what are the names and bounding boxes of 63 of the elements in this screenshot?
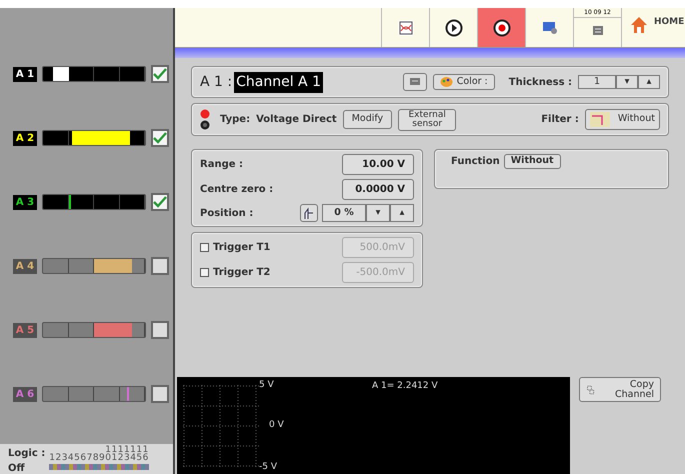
home-button[interactable]: HOME	[621, 8, 685, 47]
palette-icon	[440, 76, 453, 88]
chart-icon	[398, 20, 412, 34]
screen-capture-icon	[542, 20, 558, 34]
decrease-button[interactable]: ▾	[616, 74, 638, 90]
channel-label: A 5	[13, 322, 37, 338]
channel-checkbox[interactable]	[151, 129, 169, 147]
type-value: Voltage Direct	[256, 113, 337, 127]
function-label: Function	[451, 155, 500, 169]
position-label: Position :	[200, 206, 254, 221]
position-button[interactable]	[300, 204, 318, 222]
channel-checkbox[interactable]	[151, 193, 169, 211]
calendar-icon	[592, 24, 604, 36]
scale-label: -5 V	[259, 461, 277, 474]
range-label: Range :	[200, 158, 243, 172]
waveform-cursor-icon	[304, 206, 314, 220]
external-sensor-button[interactable]: External sensor	[398, 108, 456, 130]
color-button[interactable]: Color :	[432, 74, 495, 90]
record-icon	[492, 18, 510, 36]
home-icon	[630, 16, 648, 34]
logic-label: Logic :	[8, 447, 46, 461]
channel-checkbox[interactable]	[151, 321, 169, 339]
filter-button[interactable]: Without	[584, 109, 660, 130]
channel-numbers: 1234567890123456	[49, 454, 149, 462]
scale-label: 5 V	[259, 379, 274, 392]
increase-button[interactable]: ▴	[638, 74, 660, 90]
function-button[interactable]: Without	[504, 154, 561, 169]
filter-label: Filter :	[541, 113, 579, 127]
thickness-field[interactable]: 1	[578, 74, 616, 90]
channel-label: A 4	[13, 258, 37, 274]
trigger-checkbox[interactable]	[200, 268, 209, 278]
keyboard-icon	[408, 76, 421, 86]
keyboard-button[interactable]	[402, 73, 427, 91]
logic-state: Off	[8, 462, 26, 474]
channel-numbers: 1111111	[105, 446, 149, 454]
channel-label: A 2	[13, 130, 37, 146]
terminals-icon	[200, 108, 210, 130]
channel-label: A 1	[13, 66, 37, 82]
play-icon	[444, 18, 462, 36]
channel-checkbox[interactable]	[151, 385, 169, 403]
record-button[interactable]	[477, 8, 525, 47]
channel-prefix: A 1 :	[200, 72, 232, 92]
trigger-label: Trigger T2	[213, 266, 270, 280]
channel-label: A 6	[13, 386, 37, 402]
type-label: Type:	[220, 113, 250, 127]
copy-channel-button[interactable]: Copy Channel	[579, 377, 661, 402]
measurement-reading: A 1= 2.2412 V	[372, 380, 438, 393]
trigger-label: Trigger T1	[213, 241, 270, 256]
scale-label: 0 V	[269, 419, 284, 432]
range-field[interactable]: 10.00 V	[342, 154, 414, 175]
channel-checkbox[interactable]	[151, 257, 169, 275]
increase-button[interactable]: ▴	[390, 204, 414, 222]
position-field[interactable]: 0 %	[322, 204, 366, 222]
thickness-label: Thickness :	[508, 76, 572, 90]
trigger-checkbox[interactable]	[200, 243, 209, 252]
modify-button[interactable]: Modify	[342, 110, 392, 129]
channel-label: A 3	[13, 194, 37, 210]
channel-checkbox[interactable]	[151, 65, 169, 83]
channel-name-field[interactable]: Channel A 1	[234, 72, 323, 92]
filter-icon	[590, 112, 610, 127]
decrease-button[interactable]: ▾	[366, 204, 390, 222]
centre-zero-field[interactable]: 0.0000 V	[342, 179, 414, 200]
centre-zero-label: Centre zero :	[200, 183, 274, 197]
